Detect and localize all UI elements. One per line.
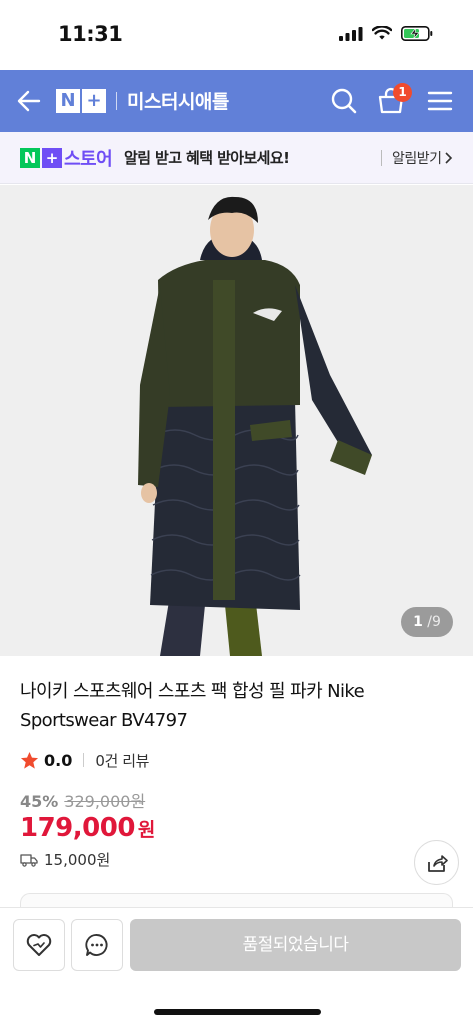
wishlist-button[interactable] <box>13 919 65 971</box>
bottom-action-bar: 품절되었습니다 <box>0 907 473 1024</box>
nplus-logo-plus: + <box>82 89 106 113</box>
nav-divider <box>116 92 117 110</box>
chat-bubble-icon <box>85 934 108 956</box>
gallery-total-pages: 9 <box>432 614 441 630</box>
product-image-gallery[interactable]: 1 /9 <box>0 185 473 656</box>
promo-divider <box>381 150 382 166</box>
subscribe-alert-label: 알림받기 <box>392 151 442 167</box>
share-button[interactable] <box>414 840 459 885</box>
notification-promo-bar[interactable]: N + 스토어 알림 받고 혜택 받아보세요! 알림받기 <box>0 132 473 184</box>
gallery-current-page: 1 <box>413 614 423 630</box>
original-price: 329,000원 <box>64 792 146 811</box>
talk-chat-button[interactable] <box>71 919 123 971</box>
chevron-right-icon <box>444 152 452 164</box>
hamburger-menu-icon <box>427 91 453 111</box>
signal-icon <box>339 26 363 41</box>
product-photo-parka <box>0 185 473 656</box>
sale-price: 179,000 <box>20 813 135 843</box>
promo-store-label: 스토어 <box>64 149 113 170</box>
star-icon <box>20 751 39 769</box>
cart-count-badge: 1 <box>393 83 412 102</box>
status-bar: 11:31 <box>0 0 473 70</box>
arrow-left-icon <box>17 90 41 112</box>
rating-value: 0.0 <box>44 750 73 770</box>
status-icons <box>339 26 433 41</box>
shipping-fee: 15,000원 <box>44 851 111 869</box>
search-button[interactable] <box>329 86 359 116</box>
nplus-store-logo: N + <box>20 148 62 168</box>
sale-price-row: 179,000 원 <box>20 813 155 843</box>
promo-message: 알림 받고 혜택 받아보세요! <box>124 149 290 167</box>
discount-row: 45% 329,000원 <box>20 788 145 812</box>
share-icon <box>427 854 448 872</box>
top-nav: N + 미스터시애틀 1 <box>0 70 473 132</box>
rating-row[interactable]: 0.0 0건 리뷰 <box>20 748 149 772</box>
discount-rate: 45% <box>20 792 59 811</box>
status-time: 11:31 <box>58 22 123 46</box>
nplus-logo-n: N <box>56 89 80 113</box>
review-count-link[interactable]: 0건 리뷰 <box>95 750 149 771</box>
shipping-row: 15,000원 <box>20 849 110 870</box>
back-button[interactable] <box>14 86 44 116</box>
battery-charging-icon <box>401 26 433 41</box>
search-icon <box>331 88 357 114</box>
sold-out-button[interactable]: 품절되었습니다 <box>130 919 461 971</box>
nplus-store-logo-n: N <box>20 148 40 168</box>
product-title: 나이키 스포츠웨어 스포츠 팩 합성 필 파카 Nike Sportswear … <box>20 681 365 731</box>
subscribe-alert-link[interactable]: 알림받기 <box>392 148 454 168</box>
nplus-store-logo-plus: + <box>42 148 62 168</box>
delivery-truck-icon <box>20 853 38 867</box>
store-name[interactable]: 미스터시애틀 <box>127 87 229 114</box>
gallery-page-indicator: 1 /9 <box>401 607 453 637</box>
heart-icon <box>26 934 52 956</box>
home-indicator[interactable] <box>154 1009 321 1015</box>
sale-price-unit: 원 <box>137 819 156 841</box>
wifi-icon <box>372 26 392 40</box>
rating-divider <box>83 753 85 767</box>
menu-button[interactable] <box>426 87 454 115</box>
nplus-logo[interactable]: N + <box>56 89 106 113</box>
